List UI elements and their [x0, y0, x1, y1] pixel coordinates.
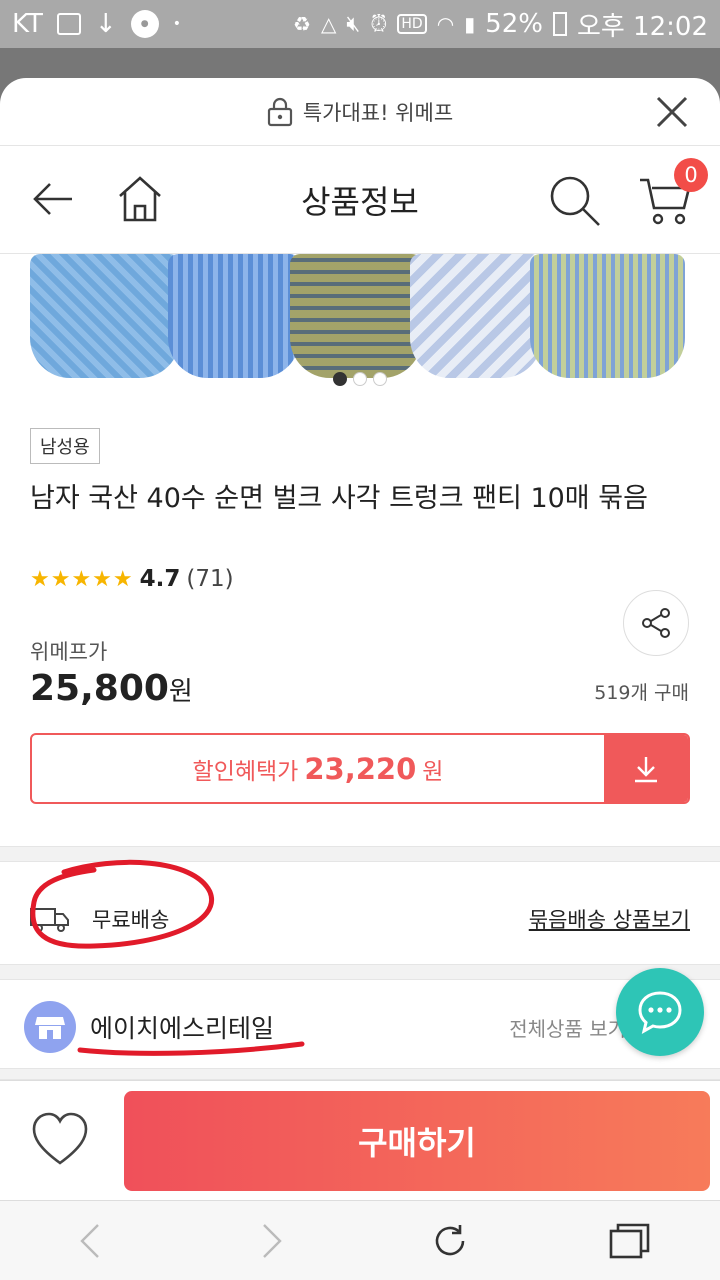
discount-label: 할인혜택가	[192, 758, 299, 785]
gallery-icon	[56, 13, 81, 35]
nav-bar: 상품정보 0	[0, 146, 720, 254]
bundle-shipping-link[interactable]: 묶음배송 상품보기	[529, 904, 690, 934]
star-rating-icon: ★★★★★	[30, 566, 134, 592]
price-label: 위메프가	[30, 640, 108, 664]
hd-icon: HD	[397, 14, 427, 34]
promo-header: 특가대표! 위메프	[0, 78, 720, 146]
price-unit: 원	[168, 677, 193, 707]
refresh-icon[interactable]	[430, 1221, 470, 1261]
share-icon	[642, 608, 670, 638]
signal-icon: ▮	[464, 12, 476, 36]
product-title: 남자 국산 40수 순면 벌크 사각 트렁크 팬티 10매 묶음	[30, 483, 648, 514]
wishlist-heart-icon[interactable]	[30, 1111, 90, 1167]
discount-price: 할인혜택가 23,220 원	[32, 735, 604, 802]
carousel-dot	[353, 372, 367, 386]
discount-value: 23,220	[304, 751, 417, 786]
carrier-label: KT	[12, 9, 43, 39]
search-icon[interactable]	[548, 174, 602, 228]
carousel-dot	[333, 372, 347, 386]
product-image	[530, 254, 685, 378]
seller-avatar	[24, 1001, 76, 1053]
category-tag: 남성용	[30, 428, 100, 464]
battery-icon	[552, 12, 567, 36]
buy-button[interactable]: 구매하기	[124, 1091, 710, 1191]
section-divider	[0, 846, 720, 862]
status-bar: KT ↓ ● • ♻ △ 🔇︎ ⏰︎ HD ◠ ▮ 52% 오후 12:02	[0, 0, 720, 48]
browser-forward-icon[interactable]	[258, 1221, 286, 1261]
carousel-indicator	[333, 372, 387, 386]
cart-count-badge: 0	[674, 158, 708, 192]
discount-coupon-button[interactable]: 할인혜택가 23,220 원	[30, 733, 690, 804]
download-icon	[635, 756, 657, 782]
browser-toolbar	[0, 1200, 720, 1280]
dot-icon: •	[172, 16, 181, 32]
share-button[interactable]	[623, 590, 689, 656]
rating-value: 4.7	[139, 566, 181, 592]
clock: 오후 12:02	[576, 11, 708, 42]
browser-back-icon[interactable]	[76, 1221, 104, 1261]
wifi-icon: ◠	[436, 12, 455, 36]
delivery-truck-icon	[30, 908, 69, 932]
lock-icon	[267, 97, 292, 126]
shipping-row: 무료배송 묶음배송 상품보기	[0, 876, 720, 962]
section-divider	[0, 964, 720, 980]
seller-row[interactable]: 에이치에스리테일 전체상품 보기	[0, 986, 720, 1068]
bottom-action-bar: 구매하기	[0, 1080, 720, 1200]
battery-percent: 52%	[485, 9, 543, 39]
battery-saver-icon: ♻	[293, 12, 311, 36]
page-title: 상품정보	[301, 182, 419, 221]
product-image	[30, 254, 180, 378]
free-shipping-label: 무료배송	[92, 908, 170, 932]
product-image	[290, 254, 422, 378]
download-icon: ↓	[94, 9, 117, 39]
alarm-icon: ⏰︎	[370, 11, 388, 37]
tabs-icon[interactable]	[608, 1221, 652, 1261]
chat-bubble-icon	[638, 991, 682, 1034]
mute-icon: 🔇︎	[346, 11, 361, 37]
chat-button[interactable]	[616, 968, 704, 1056]
carousel-dot	[373, 372, 387, 386]
product-price: 25,800원	[30, 668, 193, 709]
store-icon	[35, 1017, 65, 1039]
review-count: (71)	[186, 566, 234, 592]
coupon-download-button[interactable]	[604, 735, 688, 802]
recycle-icon: △	[320, 12, 337, 36]
price-value: 25,800	[30, 668, 169, 709]
section-divider	[0, 1068, 720, 1080]
purchase-count: 519개 구매	[594, 682, 689, 704]
discount-unit: 원	[422, 758, 444, 785]
product-image	[410, 254, 542, 378]
close-icon[interactable]	[652, 92, 692, 132]
seller-name: 에이치에스리테일	[90, 1014, 275, 1043]
product-image	[168, 254, 300, 378]
app-notification-icon: ●	[130, 10, 159, 38]
rating-row[interactable]: ★★★★★ 4.7 (71)	[30, 566, 234, 592]
all-products-link[interactable]: 전체상품 보기	[509, 1013, 626, 1042]
promo-text: 특가대표! 위메프	[302, 100, 454, 125]
product-image-carousel[interactable]	[0, 254, 720, 388]
